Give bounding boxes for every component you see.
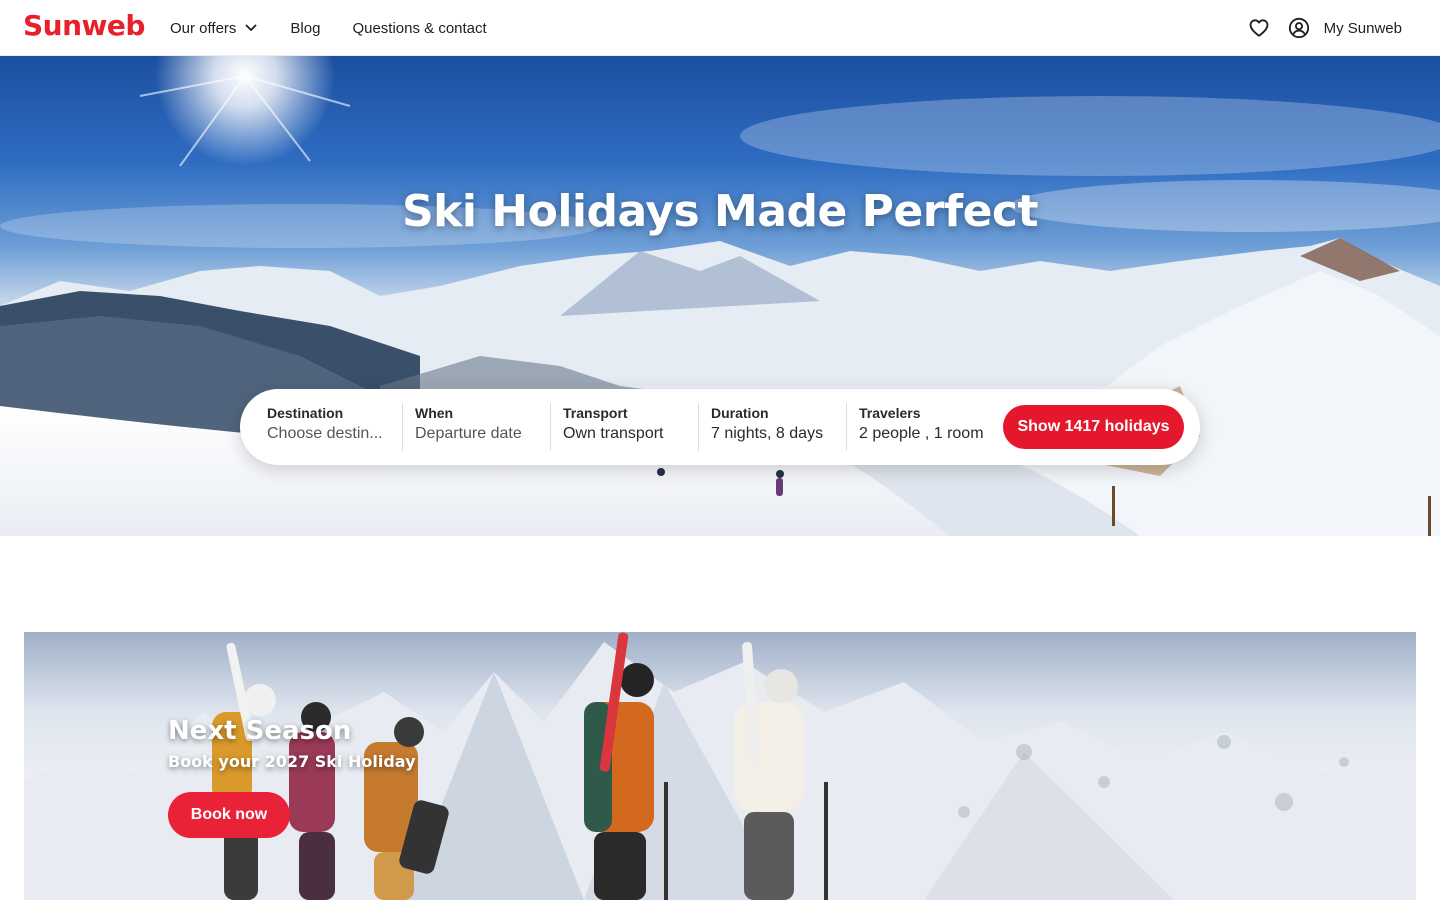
transport-label: Transport — [563, 405, 628, 421]
nav-questions-contact[interactable]: Questions & contact — [352, 20, 486, 37]
site-header: Sunweb Our offers Blog Questions & conta… — [0, 0, 1440, 56]
promo-subtitle: Book your 2027 Ski Holiday — [168, 752, 416, 771]
destination-value: Choose destin... — [267, 425, 383, 442]
nav-our-offers[interactable]: Our offers — [170, 20, 258, 37]
when-label: When — [415, 405, 454, 421]
my-sunweb-link[interactable]: My Sunweb — [1288, 17, 1402, 39]
when-field[interactable]: When Departure date — [403, 403, 543, 451]
transport-field[interactable]: Transport Own transport — [551, 403, 691, 451]
book-now-button[interactable]: Book now — [168, 792, 290, 838]
main-nav: Our offers Blog Questions & contact — [170, 0, 519, 56]
when-value: Departure date — [415, 425, 522, 442]
next-season-promo: Next Season Book your 2027 Ski Holiday B… — [24, 632, 1416, 900]
hero-title: Ski Holidays Made Perfect — [401, 186, 1039, 237]
nav-our-offers-label: Our offers — [170, 19, 237, 37]
transport-value: Own transport — [563, 425, 664, 442]
travelers-value: 2 people , 1 room — [859, 425, 984, 442]
travelers-label: Travelers — [859, 405, 921, 421]
header-actions: My Sunweb — [1248, 0, 1402, 56]
heart-icon[interactable] — [1248, 17, 1270, 39]
destination-field[interactable]: Destination Choose destin... — [255, 403, 395, 451]
duration-field[interactable]: Duration 7 nights, 8 days — [699, 403, 839, 451]
travelers-field[interactable]: Travelers 2 people , 1 room — [847, 403, 995, 451]
promo-title: Next Season — [168, 716, 352, 746]
duration-value: 7 nights, 8 days — [711, 425, 824, 442]
destination-label: Destination — [267, 405, 344, 421]
my-sunweb-label: My Sunweb — [1323, 19, 1402, 37]
sunweb-logo[interactable]: Sunweb — [23, 9, 145, 42]
nav-blog[interactable]: Blog — [290, 20, 320, 37]
hero-banner: Ski Holidays Made Perfect Destination Ch… — [0, 56, 1440, 536]
chevron-down-icon — [246, 24, 257, 31]
user-circle-icon — [1288, 17, 1309, 39]
duration-label: Duration — [711, 405, 769, 421]
holiday-search-bar: Destination Choose destin... When Depart… — [240, 389, 1200, 465]
show-holidays-button[interactable]: Show 1417 holidays — [1003, 405, 1184, 449]
